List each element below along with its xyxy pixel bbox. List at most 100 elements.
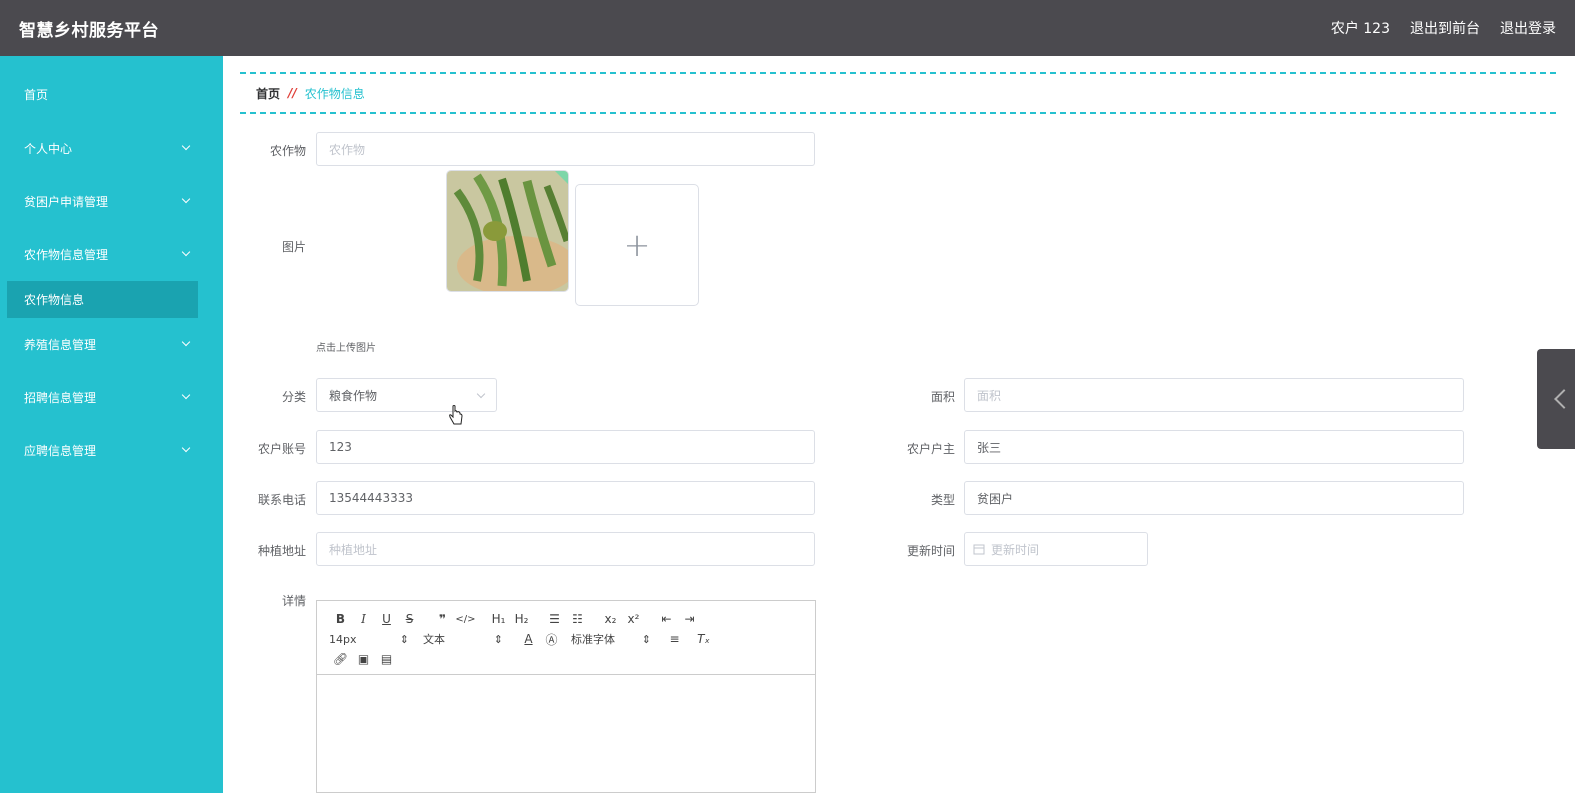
category-select-value: 粮食作物 <box>329 388 378 403</box>
type-input[interactable]: 贫困户 <box>964 481 1464 515</box>
font-size-value: 14px <box>329 632 357 646</box>
font-family-select[interactable]: 标准字体 ⇕ <box>571 631 651 647</box>
current-user: 农户 123 <box>1330 21 1390 37</box>
background-color-icon[interactable]: Ⓐ <box>540 631 563 648</box>
italic-icon[interactable]: I <box>352 612 375 626</box>
update-time-label: 更新时间 <box>906 544 955 558</box>
account-label: 农户账号 <box>257 442 306 456</box>
select-arrows-icon: ⇕ <box>641 632 651 646</box>
image-label: 图片 <box>281 240 306 254</box>
font-family-value: 标准字体 <box>571 633 615 646</box>
indent-icon[interactable]: ⇥ <box>678 612 701 626</box>
sidebar-item-breeding[interactable]: 养殖信息管理 <box>0 324 223 364</box>
clear-format-icon[interactable]: Tₓ <box>692 632 715 646</box>
crop-label: 农作物 <box>269 144 306 158</box>
toolbar-row: 14px ⇕ 文本 ⇕ A Ⓐ 标准字体 ⇕ ≡ Tₓ <box>329 629 803 649</box>
text-style-value: 文本 <box>423 633 445 646</box>
chevron-down-icon <box>181 194 191 204</box>
area-input[interactable]: 面积 <box>964 378 1464 412</box>
align-icon[interactable]: ≡ <box>663 632 686 646</box>
toolbar-row: 🔗︎ ▣ ▤ <box>329 649 803 669</box>
breadcrumb-current: 农作物信息 <box>304 86 365 101</box>
blockquote-icon[interactable]: ❞ <box>431 612 454 626</box>
subscript-icon[interactable]: x₂ <box>599 612 622 626</box>
ordered-list-icon[interactable]: ☰ <box>543 612 566 626</box>
font-size-select[interactable]: 14px ⇕ <box>329 633 409 646</box>
upload-image-button[interactable]: + <box>575 184 699 306</box>
sidebar: 首页 个人中心 贫困户申请管理 农作物信息管理 农作物信息 养殖信息管理 招聘信… <box>0 56 223 793</box>
chevron-down-icon <box>181 247 191 257</box>
link-icon[interactable]: 🔗︎ <box>329 652 352 666</box>
update-time-placeholder: 更新时间 <box>991 542 1040 557</box>
crop-photo-image <box>447 171 568 291</box>
font-color-icon[interactable]: A <box>517 632 540 646</box>
breadcrumb: 首页 // 农作物信息 <box>240 72 1556 114</box>
type-label: 类型 <box>930 493 955 507</box>
address-label: 种植地址 <box>257 544 306 558</box>
side-collapse-tab[interactable] <box>1537 349 1575 449</box>
header-links: 农户 123 退出到前台 退出登录 <box>1331 18 1556 38</box>
owner-label: 农户户主 <box>906 442 955 456</box>
video-icon[interactable]: ▤ <box>375 652 398 666</box>
strike-icon[interactable]: S <box>398 612 421 626</box>
bold-icon[interactable]: B <box>329 612 352 626</box>
sidebar-item-recruitment[interactable]: 招聘信息管理 <box>0 377 223 417</box>
bullet-list-icon[interactable]: ☷ <box>566 612 589 626</box>
address-input[interactable]: 种植地址 <box>316 532 815 566</box>
update-time-picker[interactable]: 更新时间 <box>964 532 1148 566</box>
sidebar-item-application[interactable]: 应聘信息管理 <box>0 430 223 470</box>
text-style-select[interactable]: 文本 ⇕ <box>423 631 503 647</box>
editor-content-area[interactable] <box>317 675 815 793</box>
sidebar-item-home[interactable]: 首页 <box>0 74 223 114</box>
sidebar-item-label: 养殖信息管理 <box>24 337 97 352</box>
sidebar-item-label: 应聘信息管理 <box>24 443 97 458</box>
top-header: 智慧乡村服务平台 农户 123 退出到前台 退出登录 <box>0 0 1575 56</box>
chevron-down-icon <box>181 141 191 151</box>
outdent-icon[interactable]: ⇤ <box>655 612 678 626</box>
superscript-icon[interactable]: x² <box>622 612 645 626</box>
chevron-down-icon <box>181 337 191 347</box>
sidebar-item-label: 农作物信息管理 <box>24 247 109 262</box>
header-1-icon[interactable]: H₁ <box>487 612 510 626</box>
chevron-down-icon <box>181 390 191 400</box>
upload-hint: 点击上传图片 <box>316 343 376 354</box>
toolbar-row: B I U S ❞ </> H₁ H₂ ☰ ☷ x₂ x² ⇤ ⇥ <box>329 609 803 629</box>
plus-icon: + <box>623 226 651 264</box>
chevron-left-icon <box>1554 389 1574 409</box>
underline-icon[interactable]: U <box>375 612 398 626</box>
sidebar-item-personal-center[interactable]: 个人中心 <box>0 128 223 168</box>
chevron-down-icon <box>476 389 486 399</box>
sidebar-item-label: 贫困户申请管理 <box>24 194 109 209</box>
logout-link[interactable]: 退出登录 <box>1500 18 1556 38</box>
select-arrows-icon: ⇕ <box>399 632 409 646</box>
chevron-down-icon <box>181 443 191 453</box>
category-label: 分类 <box>281 390 306 404</box>
rich-text-editor: B I U S ❞ </> H₁ H₂ ☰ ☷ x₂ x² ⇤ ⇥ 14px ⇕… <box>316 600 816 793</box>
back-to-front-link[interactable]: 退出到前台 <box>1410 18 1480 38</box>
header-2-icon[interactable]: H₂ <box>510 612 533 626</box>
area-label: 面积 <box>930 390 955 404</box>
owner-input[interactable]: 张三 <box>964 430 1464 464</box>
phone-input[interactable]: 13544443333 <box>316 481 815 515</box>
account-input[interactable]: 123 <box>316 430 815 464</box>
phone-label: 联系电话 <box>257 493 306 507</box>
select-arrows-icon: ⇕ <box>493 632 503 646</box>
category-select[interactable]: 粮食作物 <box>316 378 497 412</box>
sidebar-subitem-crop-info[interactable]: 农作物信息 <box>7 281 198 318</box>
detail-label: 详情 <box>281 594 306 608</box>
hand-cursor-icon <box>449 405 463 425</box>
breadcrumb-separator: // <box>288 86 297 100</box>
sidebar-item-label: 招聘信息管理 <box>24 390 97 405</box>
sidebar-item-label: 个人中心 <box>24 141 73 156</box>
image-icon[interactable]: ▣ <box>352 652 375 666</box>
crop-input[interactable]: 农作物 <box>316 132 815 166</box>
app-title: 智慧乡村服务平台 <box>19 20 159 41</box>
sidebar-item-poor-household[interactable]: 贫困户申请管理 <box>0 181 223 221</box>
breadcrumb-home[interactable]: 首页 <box>256 85 280 102</box>
calendar-icon <box>973 544 985 555</box>
editor-toolbar: B I U S ❞ </> H₁ H₂ ☰ ☷ x₂ x² ⇤ ⇥ 14px ⇕… <box>317 601 815 675</box>
uploaded-crop-photo[interactable] <box>446 170 569 292</box>
sidebar-item-crop-management[interactable]: 农作物信息管理 <box>0 234 223 274</box>
code-icon[interactable]: </> <box>454 614 477 625</box>
sidebar-item-label: 首页 <box>24 87 49 102</box>
